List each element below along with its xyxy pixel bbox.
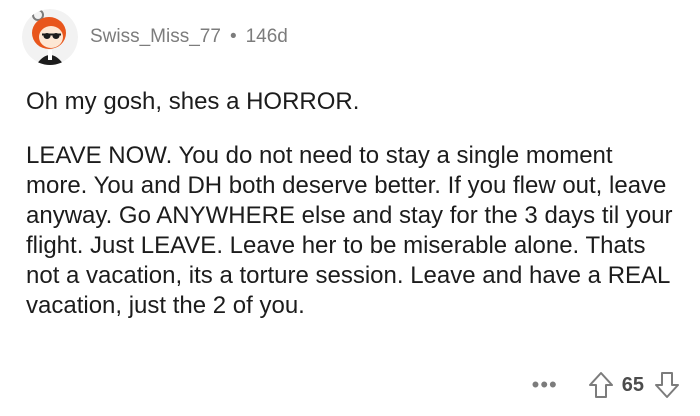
comment: Swiss_Miss_77 • 146d Oh my gosh, shes a … [0,0,700,416]
username[interactable]: Swiss_Miss_77 [90,26,221,48]
vote-score: 65 [621,373,644,396]
avatar[interactable] [22,9,78,65]
more-options-icon[interactable]: ••• [532,374,558,396]
upvote-arrow-icon[interactable] [588,371,614,399]
comment-paragraph-2: LEAVE NOW. You do not need to stay a sin… [26,142,673,319]
comment-paragraph-1: Oh my gosh, shes a HORROR. [26,88,360,115]
comment-age: 146d [245,26,288,47]
meta-separator: • [229,26,237,47]
comment-header: Swiss_Miss_77 • 146d [22,6,288,68]
downvote-arrow-icon[interactable] [654,371,680,399]
avatar-image [22,9,78,65]
comment-actions: ••• 65 [532,368,680,402]
